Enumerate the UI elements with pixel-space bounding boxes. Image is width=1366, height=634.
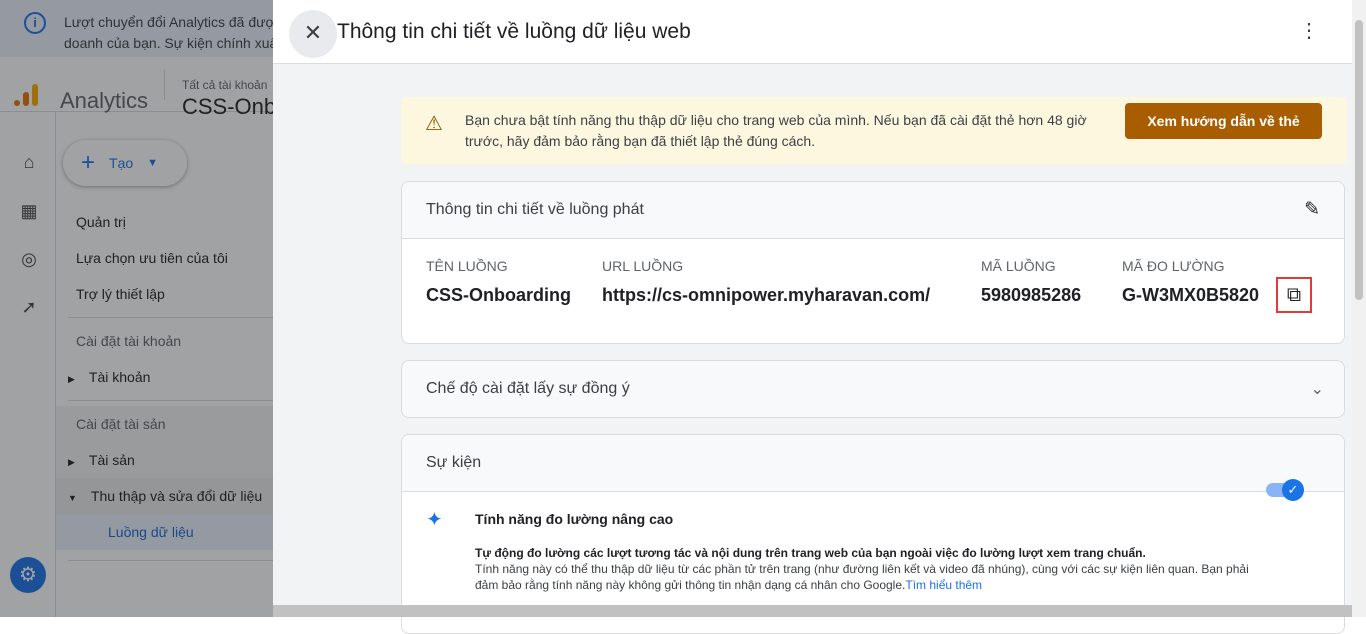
panel-header: ✕ Thông tin chi tiết về luồng dữ liệu we… [273, 0, 1366, 64]
stream-name-label: TÊN LUỒNG [426, 258, 508, 274]
warning-text: Bạn chưa bật tính năng thu thập dữ liệu … [465, 112, 1087, 149]
measurement-id-value: G-W3MX0B5820 [1122, 285, 1260, 305]
view-tag-guide-button[interactable]: Xem hướng dẫn về thẻ [1125, 103, 1322, 139]
copy-icon[interactable]: ⧉ [1276, 277, 1312, 313]
stream-details-card: Thông tin chi tiết về luồng phát ✎ TÊN LU… [401, 181, 1345, 344]
warning-icon: ⚠ [425, 113, 443, 135]
consent-settings-card[interactable]: Chế độ cài đặt lấy sự đồng ý ⌄ [401, 360, 1345, 418]
horizontal-scrollbar[interactable] [273, 605, 1353, 617]
edit-pencil-icon[interactable]: ✎ [1304, 198, 1320, 221]
card-title: Sự kiện [426, 454, 482, 471]
stream-name-value: CSS-Onboarding [426, 285, 571, 305]
enhanced-measurement-toggle[interactable]: ✓ [1266, 479, 1304, 501]
vertical-scrollbar[interactable] [1352, 0, 1366, 617]
more-options-icon[interactable]: ⋮ [1299, 18, 1319, 43]
card-title: Thông tin chi tiết về luồng phát [426, 201, 644, 218]
enhanced-measurement-title: Tính năng đo lường nâng cao [475, 511, 674, 527]
close-icon[interactable]: ✕ [289, 10, 337, 58]
warning-banner: ⚠ Bạn chưa bật tính năng thu thập dữ liệ… [401, 97, 1347, 164]
check-icon: ✓ [1282, 479, 1304, 501]
stream-details-panel: ✕ Thông tin chi tiết về luồng dữ liệu we… [273, 0, 1366, 634]
enhanced-measurement-desc: Tự động đo lường các lượt tương tác và n… [475, 546, 1249, 592]
stream-id-label: MÃ LUỒNG [981, 258, 1056, 274]
stream-id-value: 5980985286 [981, 285, 1082, 305]
sparkle-icon: ✦ [426, 509, 443, 531]
learn-more-link[interactable]: Tìm hiểu thêm [905, 578, 982, 592]
card-title: Chế độ cài đặt lấy sự đồng ý [426, 380, 630, 397]
events-card: Sự kiện ✦ Tính năng đo lường nâng cao Tự… [401, 434, 1345, 634]
measurement-id-label: MÃ ĐO LƯỜNG [1122, 258, 1225, 274]
stream-url-value: https://cs-omnipower.myharavan.com/ [602, 285, 931, 305]
panel-title: Thông tin chi tiết về luồng dữ liệu web [337, 20, 691, 43]
chevron-down-icon[interactable]: ⌄ [1311, 379, 1324, 399]
scrollbar-thumb[interactable] [1355, 20, 1363, 300]
stream-url-label: URL LUỒNG [602, 258, 684, 274]
